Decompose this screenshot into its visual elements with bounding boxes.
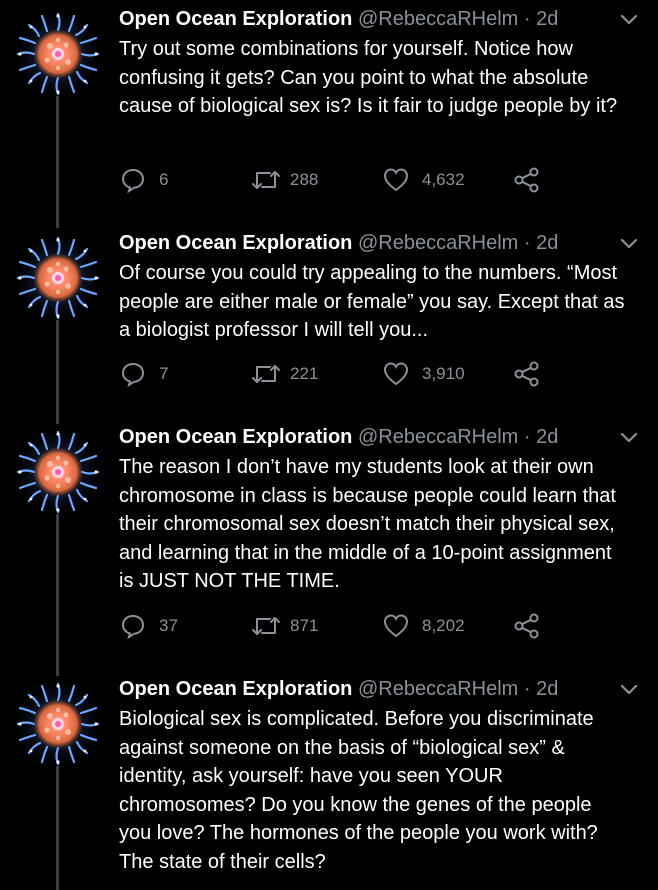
display-name[interactable]: Open Ocean Exploration: [119, 426, 352, 448]
display-name[interactable]: Open Ocean Exploration: [119, 678, 352, 700]
thread-line: [56, 514, 59, 676]
tweet-actions: 6 288 4,632: [119, 165, 579, 195]
reply-button[interactable]: 6: [119, 165, 168, 195]
separator: ·: [523, 232, 531, 254]
reply-count: 6: [159, 170, 169, 189]
like-button[interactable]: 4,632: [382, 165, 465, 195]
separator: ·: [523, 678, 531, 700]
tweet-text: The reason I don’t have my students look…: [119, 456, 616, 592]
chevron-down-icon[interactable]: [619, 237, 639, 251]
user-handle[interactable]: @RebeccaRHelm: [358, 678, 518, 700]
thread-line: [56, 320, 59, 424]
chevron-down-icon[interactable]: [619, 431, 639, 445]
user-handle[interactable]: @RebeccaRHelm: [358, 232, 518, 254]
retweet-button[interactable]: 871: [250, 611, 318, 641]
chevron-down-icon[interactable]: [619, 13, 639, 27]
tweet-header: Open Ocean Exploration @RebeccaRHelm · 2…: [119, 674, 639, 704]
reply-button[interactable]: 37: [119, 611, 178, 641]
heart-icon: [383, 614, 409, 638]
retweet-count: 871: [290, 616, 319, 635]
separator: ·: [523, 426, 531, 448]
tweet-text: Biological sex is complicated. Before yo…: [119, 708, 598, 873]
reply-icon: [121, 168, 145, 194]
siphonophore-avatar-icon[interactable]: [14, 680, 102, 768]
retweet-icon: [252, 617, 280, 635]
heart-icon: [383, 362, 409, 386]
retweet-count: 221: [290, 364, 319, 383]
retweet-icon: [252, 365, 280, 383]
tweet-actions: 37 871 8,202: [119, 611, 579, 641]
siphonophore-avatar-icon[interactable]: [14, 10, 102, 98]
like-count: 3,910: [422, 364, 465, 383]
timestamp[interactable]: 2d: [536, 8, 558, 30]
like-button[interactable]: 3,910: [382, 359, 465, 389]
share-icon: [514, 613, 539, 639]
tweet-header: Open Ocean Exploration @RebeccaRHelm · 2…: [119, 4, 639, 34]
reply-count: 7: [159, 364, 169, 383]
user-handle[interactable]: @RebeccaRHelm: [358, 426, 518, 448]
heart-icon: [383, 168, 409, 192]
retweet-button[interactable]: 221: [250, 359, 318, 389]
tweet-header: Open Ocean Exploration @RebeccaRHelm · 2…: [119, 422, 639, 452]
reply-count: 37: [159, 616, 178, 635]
share-icon: [514, 167, 539, 193]
tweet-header: Open Ocean Exploration @RebeccaRHelm · 2…: [119, 228, 639, 258]
timestamp[interactable]: 2d: [536, 678, 558, 700]
user-handle[interactable]: @RebeccaRHelm: [358, 8, 518, 30]
display-name[interactable]: Open Ocean Exploration: [119, 8, 352, 30]
timestamp[interactable]: 2d: [536, 426, 558, 448]
chevron-down-icon[interactable]: [619, 683, 639, 697]
reply-icon: [121, 362, 145, 388]
thread-line: [56, 766, 59, 890]
reply-button[interactable]: 7: [119, 359, 168, 389]
share-button[interactable]: [513, 611, 541, 641]
like-count: 4,632: [422, 170, 465, 189]
like-count: 8,202: [422, 616, 465, 635]
retweet-count: 288: [290, 170, 319, 189]
share-button[interactable]: [513, 359, 541, 389]
siphonophore-avatar-icon[interactable]: [14, 234, 102, 322]
separator: ·: [523, 8, 531, 30]
retweet-button[interactable]: 288: [250, 165, 318, 195]
like-button[interactable]: 8,202: [382, 611, 465, 641]
tweet-text: Try out some combinations for yourself. …: [119, 38, 618, 117]
retweet-icon: [252, 171, 280, 189]
display-name[interactable]: Open Ocean Exploration: [119, 232, 352, 254]
share-button[interactable]: [513, 165, 541, 195]
thread-line: [56, 96, 59, 228]
timestamp[interactable]: 2d: [536, 232, 558, 254]
tweet-text: Of course you could try appealing to the…: [119, 262, 625, 341]
siphonophore-avatar-icon[interactable]: [14, 428, 102, 516]
tweet-actions: 7 221 3,910: [119, 359, 579, 389]
reply-icon: [121, 614, 145, 640]
share-icon: [514, 361, 539, 387]
